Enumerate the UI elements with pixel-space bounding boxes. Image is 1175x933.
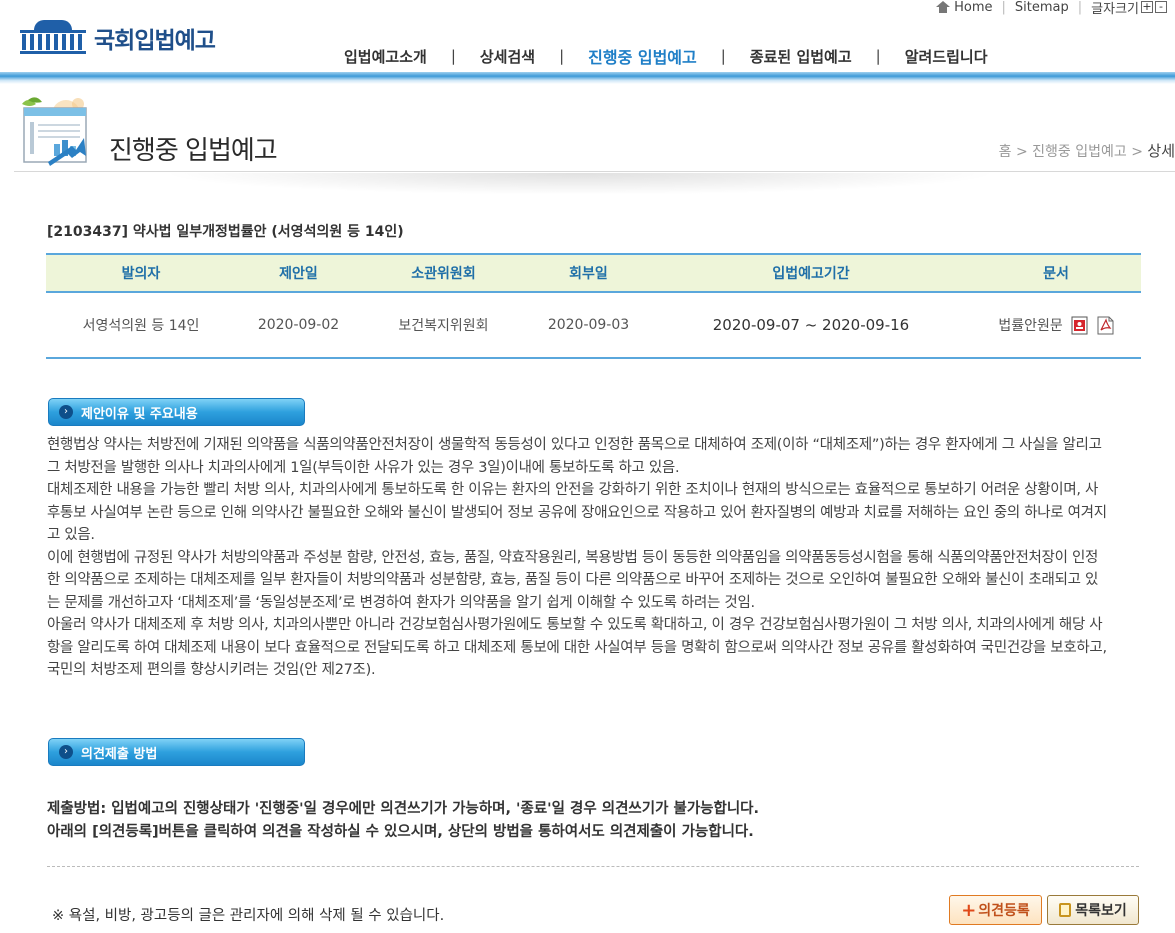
cell-proposal-date: 2020-09-02 xyxy=(236,292,361,359)
cell-period: 2020-09-07 ~ 2020-09-16 xyxy=(651,292,971,359)
page-title: 진행중 입법예고 xyxy=(109,136,278,166)
table-row: 서영석의원 등 14인 2020-09-02 보건복지위원회 2020-09-0… xyxy=(46,292,1141,359)
util-separator: | xyxy=(1077,0,1083,15)
opinion-heading-label: 의견제출 방법 xyxy=(81,746,158,762)
header-proposer: 발의자 xyxy=(46,253,236,293)
logo-text: 국회입법예고 xyxy=(94,28,216,54)
nav-item-intro[interactable]: 입법예고소개 xyxy=(320,46,451,67)
header-bar xyxy=(0,72,1175,84)
breadcrumb-separator: > xyxy=(1131,144,1143,160)
nav-item-search[interactable]: 상세검색 xyxy=(456,46,559,67)
header-referral-date: 회부일 xyxy=(526,253,651,293)
nav-item-closed[interactable]: 종료된 입법예고 xyxy=(726,46,876,67)
moderation-notice: ※ 욕설, 비방, 광고등의 글은 관리자에 의해 삭제 될 수 있습니다. xyxy=(52,908,445,924)
breadcrumb-section[interactable]: 진행중 입법예고 xyxy=(1032,144,1127,160)
reason-content: 현행법상 약사는 처방전에 기재된 의약품을 식품의약품안전처장이 생물학적 동… xyxy=(47,434,1107,682)
header-shadow xyxy=(160,173,1000,195)
chevron-right-icon: › xyxy=(59,405,73,419)
cell-document: 법률안원문 xyxy=(971,292,1141,359)
reason-paragraph: 이에 현행법에 규정된 약사가 처방의약품과 주성분 함량, 안전성, 효능, … xyxy=(47,549,1099,611)
opinion-line: 제출방법: 입법예고의 진행상태가 '진행중'일 경우에만 의견쓰기가 가능하며… xyxy=(47,801,760,817)
assembly-building-icon xyxy=(20,20,86,56)
util-separator: | xyxy=(1001,0,1006,15)
breadcrumb: 홈 > 진행중 입법예고 > 상세 xyxy=(999,140,1175,161)
bill-title: [2103437] 약사법 일부개정법률안 (서영석의원 등 14인) xyxy=(47,224,404,240)
table-header-row: 발의자 제안일 소관위원회 회부일 입법예고기간 문서 xyxy=(46,253,1141,293)
page-header: 진행중 입법예고 홈 > 진행중 입법예고 > 상세 xyxy=(14,92,1175,172)
opinion-instructions: 제출방법: 입법예고의 진행상태가 '진행중'일 경우에만 의견쓰기가 가능하며… xyxy=(47,798,1137,844)
document-label: 법률안원문 xyxy=(998,317,1063,334)
home-link[interactable]: Home xyxy=(954,0,992,15)
header-document: 문서 xyxy=(971,253,1141,293)
cell-referral-date: 2020-09-03 xyxy=(526,292,651,359)
plus-icon: + xyxy=(961,899,977,921)
register-opinion-label: 의견등록 xyxy=(978,903,1030,919)
sitemap-link[interactable]: Sitemap xyxy=(1015,0,1069,15)
list-view-label: 목록보기 xyxy=(1075,903,1127,919)
nav-item-ongoing[interactable]: 진행중 입법예고 xyxy=(564,44,721,68)
nav-item-notice[interactable]: 알려드립니다 xyxy=(881,46,1012,67)
chevron-right-icon: › xyxy=(59,745,73,759)
document-chart-icon xyxy=(22,97,87,166)
opinion-section-heading: › 의견제출 방법 xyxy=(48,738,305,766)
reason-paragraph: 아울러 약사가 대체조제 후 처방 의사, 치과의사뿐만 아니라 건강보험심사평… xyxy=(47,617,1107,678)
cell-proposer: 서영석의원 등 14인 xyxy=(46,292,236,359)
hwp-file-icon[interactable] xyxy=(1071,316,1088,335)
cell-committee: 보건복지위원회 xyxy=(361,292,526,359)
header-period: 입법예고기간 xyxy=(651,253,971,293)
font-size-label: 글자크기 xyxy=(1091,1,1139,17)
list-view-button[interactable]: 목록보기 xyxy=(1047,895,1139,925)
site-logo[interactable]: 국회입법예고 xyxy=(20,20,216,56)
breadcrumb-separator: > xyxy=(1015,144,1028,160)
register-opinion-button[interactable]: + 의견등록 xyxy=(949,895,1042,925)
breadcrumb-current: 상세 xyxy=(1147,142,1175,160)
reason-heading-label: 제안이유 및 주요내용 xyxy=(81,406,198,422)
opinion-line: 아래의 [의견등록]버튼을 클릭하여 의견을 작성하실 수 있으시며, 상단의 … xyxy=(47,824,754,840)
list-icon xyxy=(1059,903,1072,917)
pdf-file-icon[interactable] xyxy=(1097,316,1114,335)
main-navigation: 입법예고소개 | 상세검색 | 진행중 입법예고 | 종료된 입법예고 | 알려… xyxy=(320,44,1012,68)
header-proposal-date: 제안일 xyxy=(236,253,361,293)
home-icon xyxy=(936,1,951,13)
reason-paragraph: 현행법상 약사는 처방전에 기재된 의약품을 식품의약품안전처장이 생물학적 동… xyxy=(47,437,1102,476)
header-committee: 소관위원회 xyxy=(361,253,526,293)
bill-info-table: 발의자 제안일 소관위원회 회부일 입법예고기간 문서 서영석의원 등 14인 … xyxy=(46,253,1141,359)
breadcrumb-home[interactable]: 홈 xyxy=(999,144,1012,160)
reason-paragraph: 대체조제한 내용을 가능한 빨리 처방 의사, 치과의사에게 통보하도록 한 이… xyxy=(47,482,1107,543)
font-increase-button[interactable]: + xyxy=(1141,1,1153,13)
reason-section-heading: › 제안이유 및 주요내용 xyxy=(48,398,305,426)
font-decrease-button[interactable]: - xyxy=(1155,1,1167,13)
divider xyxy=(47,866,1139,867)
utility-links: Home | Sitemap | 글자크기 + - xyxy=(936,0,1167,17)
